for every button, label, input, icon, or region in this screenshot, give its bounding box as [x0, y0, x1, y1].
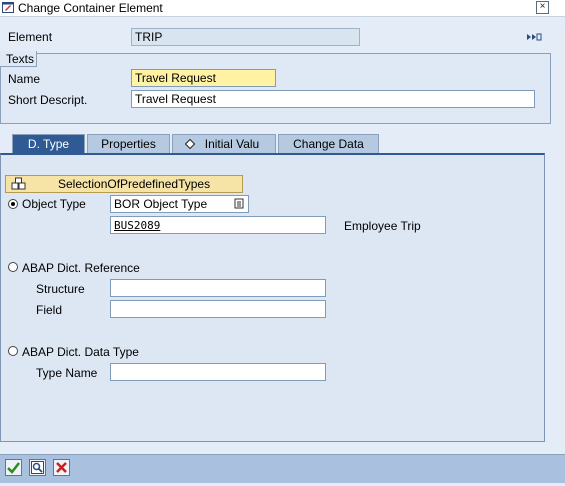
abap-dict-data-type-label: ABAP Dict. Data Type — [22, 345, 139, 359]
inspect-icon — [31, 461, 44, 474]
texts-group-title: Texts — [6, 52, 35, 66]
abap-dict-data-type-radio[interactable] — [8, 346, 18, 356]
object-type-label: Object Type — [22, 197, 86, 211]
dropdown-list-icon[interactable] — [234, 198, 244, 209]
tab-change-data[interactable]: Change Data — [278, 134, 379, 153]
arrow-right-icon[interactable] — [526, 32, 542, 42]
object-type-field[interactable]: BUS2089 — [110, 216, 326, 234]
diamond-icon — [185, 139, 195, 149]
inspect-button[interactable] — [29, 459, 46, 476]
selection-predefined-types-label: SelectionOfPredefinedTypes — [58, 177, 211, 191]
abap-dict-reference-radio[interactable] — [8, 262, 18, 272]
close-button[interactable]: × — [536, 1, 549, 14]
tab-initial-value-label: Initial Valu — [204, 137, 260, 151]
edit-window-icon — [2, 2, 14, 13]
structure-field[interactable] — [110, 279, 326, 297]
field-field[interactable] — [110, 300, 326, 318]
type-name-field[interactable] — [110, 363, 326, 381]
object-type-description: Employee Trip — [344, 219, 421, 233]
object-type-value: BUS2089 — [114, 219, 161, 232]
object-type-radio[interactable] — [8, 199, 18, 209]
cancel-icon — [56, 462, 67, 473]
tab-d-type[interactable]: D. Type — [12, 134, 85, 153]
type-name-label: Type Name — [36, 366, 98, 380]
element-field: TRIP — [131, 28, 360, 46]
checkmark-icon — [7, 462, 20, 474]
abap-dict-reference-label: ABAP Dict. Reference — [22, 261, 140, 275]
name-label: Name — [8, 72, 41, 86]
element-label: Element — [8, 30, 53, 44]
short-description-label: Short Descript. — [8, 93, 88, 107]
bor-object-type-select[interactable]: BOR Object Type — [110, 195, 249, 213]
window-title: Change Container Element — [18, 1, 163, 15]
texts-group — [0, 53, 551, 124]
name-field[interactable]: Travel Request — [131, 69, 276, 87]
bottom-toolbar — [0, 454, 565, 483]
confirm-button[interactable] — [5, 459, 22, 476]
short-description-field[interactable]: Travel Request — [131, 90, 535, 108]
selection-predefined-types-button[interactable]: SelectionOfPredefinedTypes — [5, 175, 243, 193]
field-label: Field — [36, 303, 63, 317]
cubes-icon — [11, 177, 26, 190]
structure-label: Structure — [36, 282, 85, 296]
cancel-button[interactable] — [53, 459, 70, 476]
tab-properties[interactable]: Properties — [87, 134, 170, 153]
